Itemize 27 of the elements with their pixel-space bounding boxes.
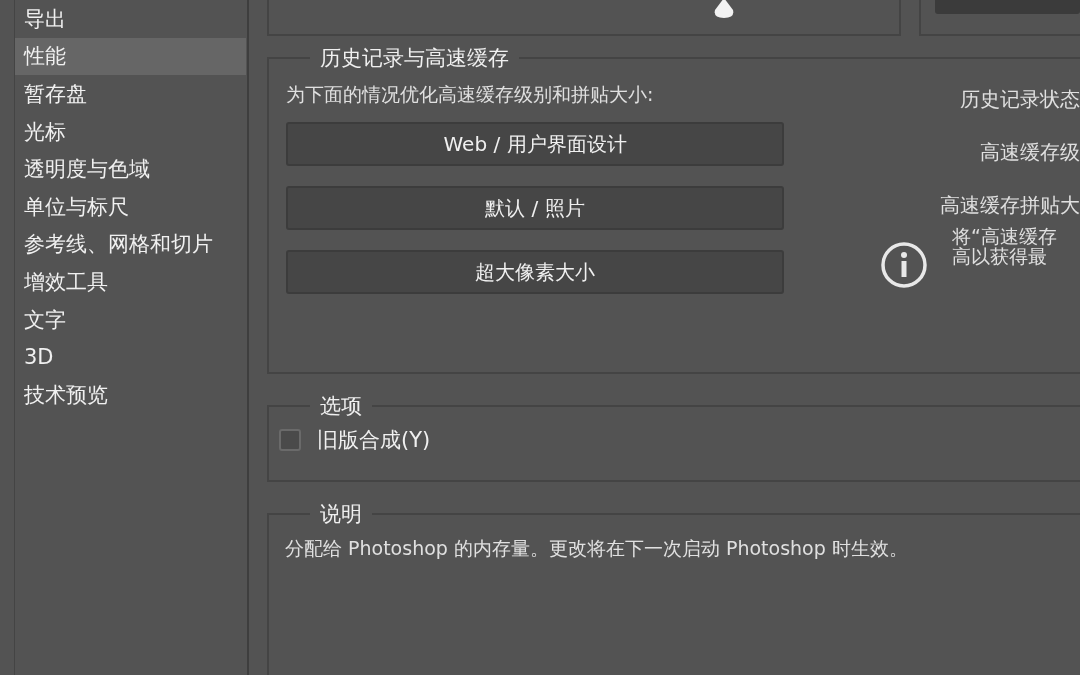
group-title: 选项 [319, 393, 363, 420]
info-icon [880, 241, 928, 289]
sidebar-item[interactable]: 导出 [15, 0, 246, 38]
preset-button[interactable]: 超大像素大小 [286, 250, 784, 294]
field-label: 高速缓存级 [980, 139, 1080, 166]
sidebar-item[interactable]: 性能 [15, 37, 246, 76]
group-title: 说明 [319, 501, 363, 528]
sidebar-item[interactable]: 光标 [15, 112, 246, 151]
field-label: 高速缓存拼贴大 [940, 192, 1080, 219]
slider-thumb[interactable] [713, 0, 735, 18]
preset-button[interactable]: Web / 用户界面设计 [286, 122, 784, 166]
sidebar-item[interactable]: 暂存盘 [15, 75, 246, 113]
preset-button[interactable]: 默认 / 照片 [286, 186, 784, 230]
sidebar-item[interactable]: 文字 [15, 300, 246, 339]
sidebar-item[interactable]: 技术预览 [15, 375, 246, 414]
sidebar-item[interactable]: 增效工具 [15, 263, 246, 301]
sidebar-item[interactable]: 透明度与色域 [15, 150, 246, 188]
sidebar-item[interactable]: 单位与标尺 [15, 187, 246, 226]
checkbox[interactable] [279, 429, 301, 451]
group-title: 历史记录与高速缓存 [319, 45, 510, 72]
sidebar-item[interactable]: 3D [15, 338, 246, 376]
sidebar-item[interactable]: 参考线、网格和切片 [15, 225, 246, 264]
prompt-text: 为下面的情况优化高速缓存级别和拼贴大小: [286, 82, 655, 107]
checkbox-label: 旧版合成(Y) [317, 427, 431, 454]
info-text: 将“高速缓存 高以获得最 [952, 226, 1057, 266]
field-label: 历史记录状态 [960, 86, 1080, 113]
description-text: 分配给 Photoshop 的内存量。更改将在下一次启动 Photoshop 时生效。 [285, 536, 909, 561]
